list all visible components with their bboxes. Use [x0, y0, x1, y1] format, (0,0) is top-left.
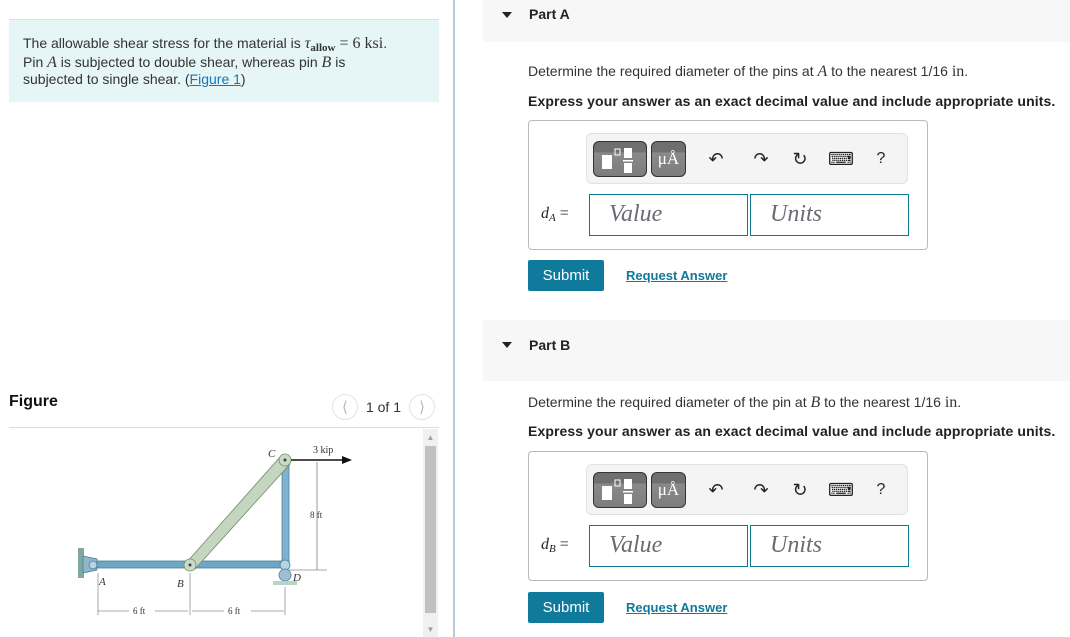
- part-b-header[interactable]: Part B: [483, 320, 1070, 381]
- support-d: [278, 568, 292, 582]
- figure-title: Figure: [9, 393, 58, 410]
- reset-icon[interactable]: ↻: [789, 479, 811, 501]
- part-a-header[interactable]: Part A: [483, 0, 1070, 42]
- part-a-submit-button[interactable]: Submit: [528, 260, 604, 291]
- pin-d: [279, 559, 291, 571]
- chevron-right-icon: ⟩: [419, 399, 425, 416]
- units-input[interactable]: Units: [750, 194, 909, 236]
- keyboard-icon[interactable]: ⌨: [828, 479, 854, 501]
- collapse-triangle-icon: [502, 12, 512, 18]
- truss-diagram: A B C D 3 kip 8 ft 6 ft 6 ft: [78, 445, 352, 616]
- arrow-head: [342, 456, 352, 464]
- pin-a: [88, 560, 98, 570]
- figure-link[interactable]: Figure 1: [190, 71, 241, 87]
- member-bc: [185, 455, 291, 570]
- tau-allow: τallow = 6 ksi: [304, 35, 384, 54]
- part-b-title: Part B: [529, 337, 571, 353]
- math-toolbar: μÅ ↶ ↷ ↻ ⌨ ?: [586, 133, 908, 184]
- answer-label-db: dB =: [541, 536, 569, 555]
- scroll-up-icon[interactable]: ▲: [423, 429, 438, 445]
- label-load: 3 kip: [313, 445, 333, 456]
- prev-figure-button[interactable]: ⟨: [331, 394, 358, 420]
- figure-image: A B C D 3 kip 8 ft 6 ft 6 ft: [9, 430, 421, 637]
- problem-statement: The allowable shear stress for the mater…: [9, 19, 439, 102]
- label-span1: 6 ft: [133, 606, 146, 616]
- answer-label-da: dA =: [541, 205, 569, 224]
- figure-scrollbar[interactable]: ▲ ▼: [423, 429, 438, 637]
- templates-icon: [602, 479, 633, 504]
- left-panel: The allowable shear stress for the mater…: [0, 0, 454, 637]
- units-input[interactable]: Units: [750, 525, 909, 567]
- label-d: D: [292, 572, 301, 584]
- math-toolbar: μÅ ↶ ↷ ↻ ⌨ ?: [586, 464, 908, 515]
- label-c: C: [268, 448, 276, 460]
- label-span2: 6 ft: [228, 606, 241, 616]
- chevron-left-icon: ⟨: [342, 399, 348, 416]
- part-b-instruction: Express your answer as an exact decimal …: [528, 423, 1056, 439]
- templates-button[interactable]: [593, 472, 647, 508]
- right-panel: Part A Determine the required diameter o…: [455, 0, 1070, 637]
- figure-pager: ⟨ 1 of 1 ⟩: [331, 394, 435, 420]
- help-icon[interactable]: ?: [870, 148, 892, 170]
- part-b-request-answer-link[interactable]: Request Answer: [626, 600, 727, 615]
- pager-text: 1 of 1: [365, 399, 401, 415]
- problem-line-1: The allowable shear stress for the mater…: [23, 35, 388, 54]
- value-input[interactable]: Value: [589, 194, 748, 236]
- part-a-title: Part A: [529, 6, 570, 22]
- member-cd: [281, 458, 290, 567]
- units-button[interactable]: μÅ: [651, 141, 686, 177]
- value-input[interactable]: Value: [589, 525, 748, 567]
- collapse-triangle-icon: [502, 342, 512, 348]
- undo-icon[interactable]: ↶: [705, 479, 727, 501]
- part-a-answer-box: μÅ ↶ ↷ ↻ ⌨ ? dA = Value Units: [528, 120, 928, 250]
- reset-icon[interactable]: ↻: [789, 148, 811, 170]
- next-figure-button[interactable]: ⟩: [409, 394, 435, 420]
- figure-header: Figure ⟨ 1 of 1 ⟩: [9, 390, 439, 428]
- units-button[interactable]: μÅ: [651, 472, 686, 508]
- part-b-question: Determine the required diameter of the p…: [528, 394, 962, 411]
- problem-line-3: subjected to single shear. (Figure 1): [23, 71, 246, 87]
- scroll-down-icon[interactable]: ▼: [423, 621, 438, 637]
- templates-button[interactable]: [593, 141, 647, 177]
- part-a-question: Determine the required diameter of the p…: [528, 63, 969, 80]
- label-b: B: [177, 578, 184, 590]
- redo-icon[interactable]: ↷: [750, 148, 772, 170]
- label-height: 8 ft: [310, 510, 323, 520]
- label-a: A: [98, 576, 106, 588]
- scroll-thumb[interactable]: [425, 446, 436, 613]
- part-a-instruction: Express your answer as an exact decimal …: [528, 93, 1056, 109]
- part-b-submit-button[interactable]: Submit: [528, 592, 604, 623]
- part-a-request-answer-link[interactable]: Request Answer: [626, 268, 727, 283]
- keyboard-icon[interactable]: ⌨: [828, 148, 854, 170]
- templates-icon: [602, 148, 633, 173]
- undo-icon[interactable]: ↶: [705, 148, 727, 170]
- help-icon[interactable]: ?: [870, 479, 892, 501]
- redo-icon[interactable]: ↷: [750, 479, 772, 501]
- problem-line-2: Pin A is subjected to double shear, wher…: [23, 54, 346, 71]
- part-b-answer-box: μÅ ↶ ↷ ↻ ⌨ ? dB = Value Units: [528, 451, 928, 581]
